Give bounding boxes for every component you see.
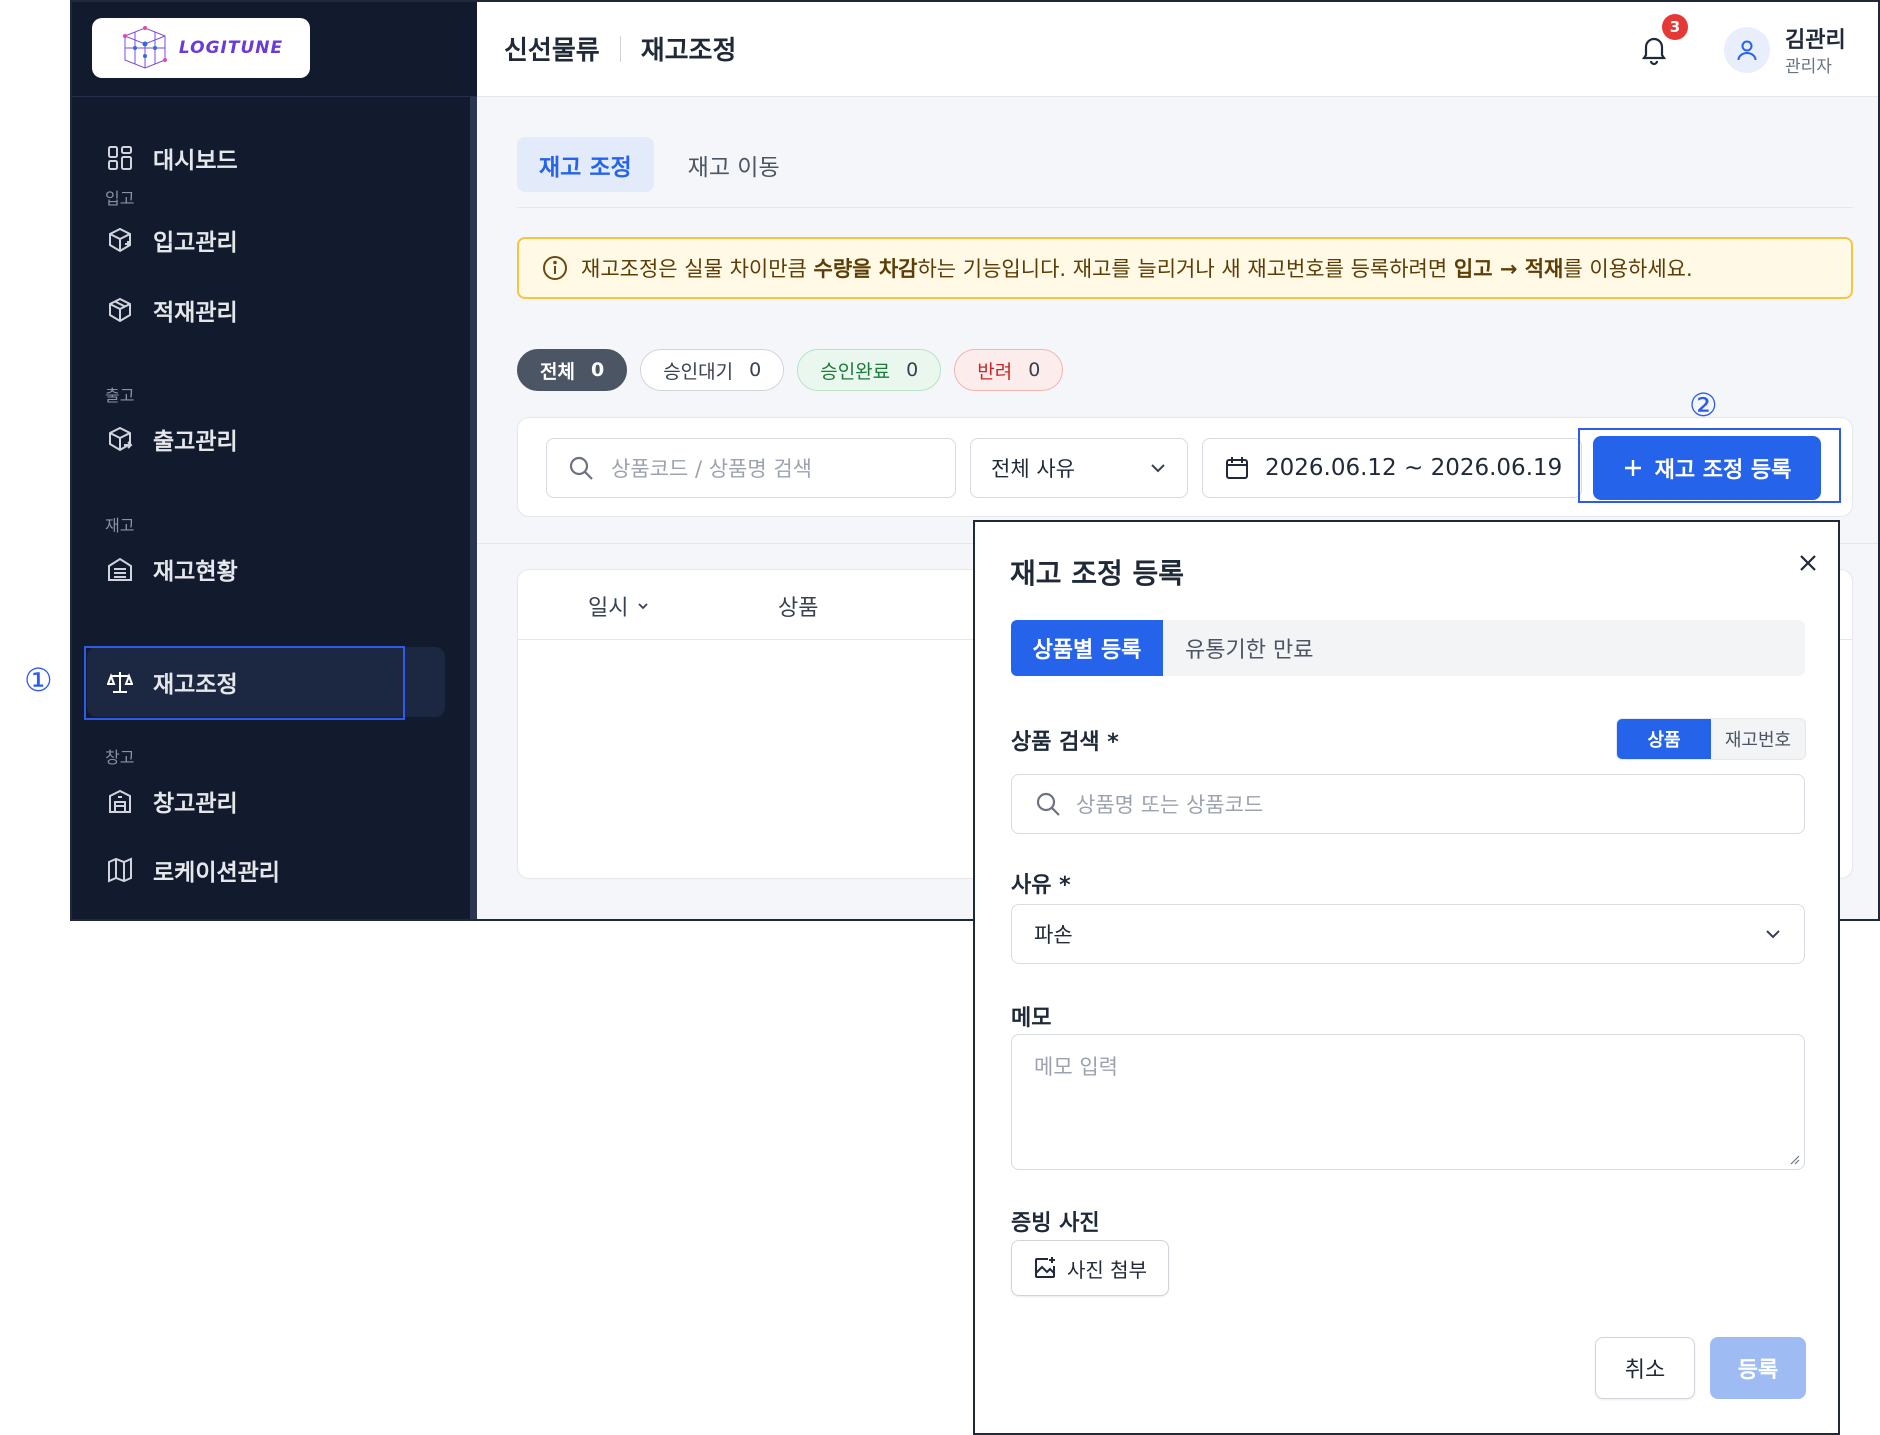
notice-banner: 재고조정은 실물 차이만큼 수량을 차감하는 기능입니다. 재고를 늘리거나 새… <box>517 237 1853 299</box>
dashboard-icon <box>105 143 135 173</box>
chip-approved[interactable]: 승인완료 0 <box>797 349 942 391</box>
mode-product[interactable]: 상품 <box>1617 719 1711 759</box>
sidebar-item-warehouse[interactable]: 창고관리 <box>87 766 445 836</box>
callout-box-1 <box>84 646 405 720</box>
sidebar-section-warehouse: 창고 <box>105 748 135 767</box>
image-add-icon <box>1035 1257 1056 1278</box>
box-icon <box>105 295 135 325</box>
sidebar: LOGITUNE 대시보드 입고 입고관리 적재관리 출고 출고관리 재고 재고… <box>72 2 477 919</box>
chip-rejected[interactable]: 반려 0 <box>954 349 1064 391</box>
reason-select[interactable]: 파손 <box>1011 904 1805 964</box>
box-out-icon <box>105 424 135 454</box>
search-icon <box>1036 792 1060 816</box>
tab-by-product[interactable]: 상품별 등록 <box>1011 620 1163 676</box>
reason-label: 사유 * <box>1011 873 1071 898</box>
sidebar-item-putaway[interactable]: 적재관리 <box>87 275 445 345</box>
sidebar-scrollbar[interactable] <box>470 97 477 919</box>
sidebar-section-outbound: 출고 <box>105 386 135 405</box>
photo-label: 증빙 사진 <box>1011 1211 1100 1236</box>
resize-handle-icon[interactable] <box>1788 1153 1800 1165</box>
page-title: 재고조정 <box>640 36 737 66</box>
submit-button[interactable]: 등록 <box>1710 1337 1806 1399</box>
mode-stock-number[interactable]: 재고번호 <box>1711 719 1805 759</box>
column-datetime[interactable]: 일시 <box>588 590 650 622</box>
sidebar-item-label: 적재관리 <box>153 300 238 326</box>
search-placeholder: 상품코드 / 상품명 검색 <box>611 457 812 481</box>
logo-mark-icon <box>122 26 167 69</box>
chip-all[interactable]: 전체 0 <box>517 349 628 391</box>
product-search-input[interactable]: 상품명 또는 상품코드 <box>1011 774 1805 834</box>
info-icon <box>543 256 567 280</box>
avatar[interactable] <box>1724 27 1770 73</box>
search-mode-toggle: 상품 재고번호 <box>1616 718 1806 760</box>
search-input[interactable]: 상품코드 / 상품명 검색 <box>546 438 956 498</box>
sidebar-item-label: 출고관리 <box>153 429 238 455</box>
user-role: 관리자 <box>1785 57 1832 77</box>
logo-area: LOGITUNE <box>72 2 477 97</box>
sidebar-item-outbound[interactable]: 출고관리 <box>87 404 445 474</box>
memo-label: 메모 <box>1011 1006 1052 1031</box>
date-range-picker[interactable]: 2026.06.12 ~ 2026.06.19 <box>1202 438 1582 498</box>
tab-expired[interactable]: 유통기한 만료 <box>1185 620 1313 676</box>
sidebar-item-stock-status[interactable]: 재고현황 <box>87 534 445 604</box>
modal-tabs: 상품별 등록 유통기한 만료 <box>1011 620 1805 676</box>
map-icon <box>105 855 135 885</box>
top-bar: 신선물류 재고조정 3 김관리 관리자 <box>477 2 1878 97</box>
logo[interactable]: LOGITUNE <box>92 18 310 78</box>
logo-text: LOGITUNE <box>178 38 284 58</box>
user-name: 김관리 <box>1785 28 1846 53</box>
product-search-label: 상품 검색 * <box>1011 730 1119 755</box>
chevron-down-icon <box>1766 930 1780 939</box>
tab-stock-move[interactable]: 재고 이동 <box>666 137 802 192</box>
sidebar-item-label: 로케이션관리 <box>153 860 280 886</box>
sort-chevron-icon <box>638 603 649 610</box>
notice-text: 재고조정은 실물 차이만큼 수량을 차감하는 기능입니다. 재고를 늘리거나 새… <box>581 257 1693 281</box>
chip-pending[interactable]: 승인대기 0 <box>640 349 785 391</box>
breadcrumb-company: 신선물류 <box>504 36 600 66</box>
tab-bar: 재고 조정 재고 이동 <box>517 137 802 192</box>
sidebar-item-dashboard[interactable]: 대시보드 <box>87 123 445 193</box>
callout-marker-2: ② <box>1689 386 1718 424</box>
column-product: 상품 <box>778 596 819 621</box>
modal-title: 재고 조정 등록 <box>1010 557 1185 590</box>
sidebar-item-inbound[interactable]: 입고관리 <box>87 205 445 275</box>
status-filter-chips: 전체 0 승인대기 0 승인완료 0 반려 0 <box>517 349 1064 391</box>
breadcrumb: 신선물류 재고조정 <box>504 30 736 67</box>
notification-badge: 3 <box>1662 14 1688 40</box>
reason-select[interactable]: 전체 사유 <box>970 438 1188 498</box>
sidebar-item-label: 입고관리 <box>153 230 238 256</box>
calendar-icon <box>1226 457 1248 479</box>
memo-textarea[interactable]: 메모 입력 <box>1011 1034 1805 1170</box>
sidebar-item-location[interactable]: 로케이션관리 <box>87 835 445 905</box>
register-modal: 재고 조정 등록 상품별 등록 유통기한 만료 상품 검색 * 상품 재고번호 … <box>973 520 1840 1435</box>
tabs-divider <box>517 207 1853 208</box>
sidebar-item-label: 대시보드 <box>153 148 238 174</box>
close-button[interactable] <box>1793 548 1823 578</box>
cancel-button[interactable]: 취소 <box>1595 1337 1695 1399</box>
search-icon <box>569 456 593 480</box>
sidebar-item-label: 창고관리 <box>153 791 238 817</box>
callout-marker-1: ① <box>24 661 53 699</box>
attach-photo-button[interactable]: 사진 첨부 <box>1011 1240 1169 1296</box>
chevron-down-icon <box>1151 464 1165 473</box>
tab-stock-adjust[interactable]: 재고 조정 <box>517 137 654 192</box>
building-icon <box>105 786 135 816</box>
sidebar-section-inventory: 재고 <box>105 516 135 535</box>
warehouse-icon <box>105 554 135 584</box>
box-plus-icon <box>105 225 135 255</box>
breadcrumb-separator <box>619 35 621 62</box>
close-icon <box>1800 555 1816 571</box>
sidebar-item-label: 재고현황 <box>153 559 238 585</box>
callout-box-2 <box>1578 428 1841 503</box>
user-icon <box>1737 40 1757 61</box>
